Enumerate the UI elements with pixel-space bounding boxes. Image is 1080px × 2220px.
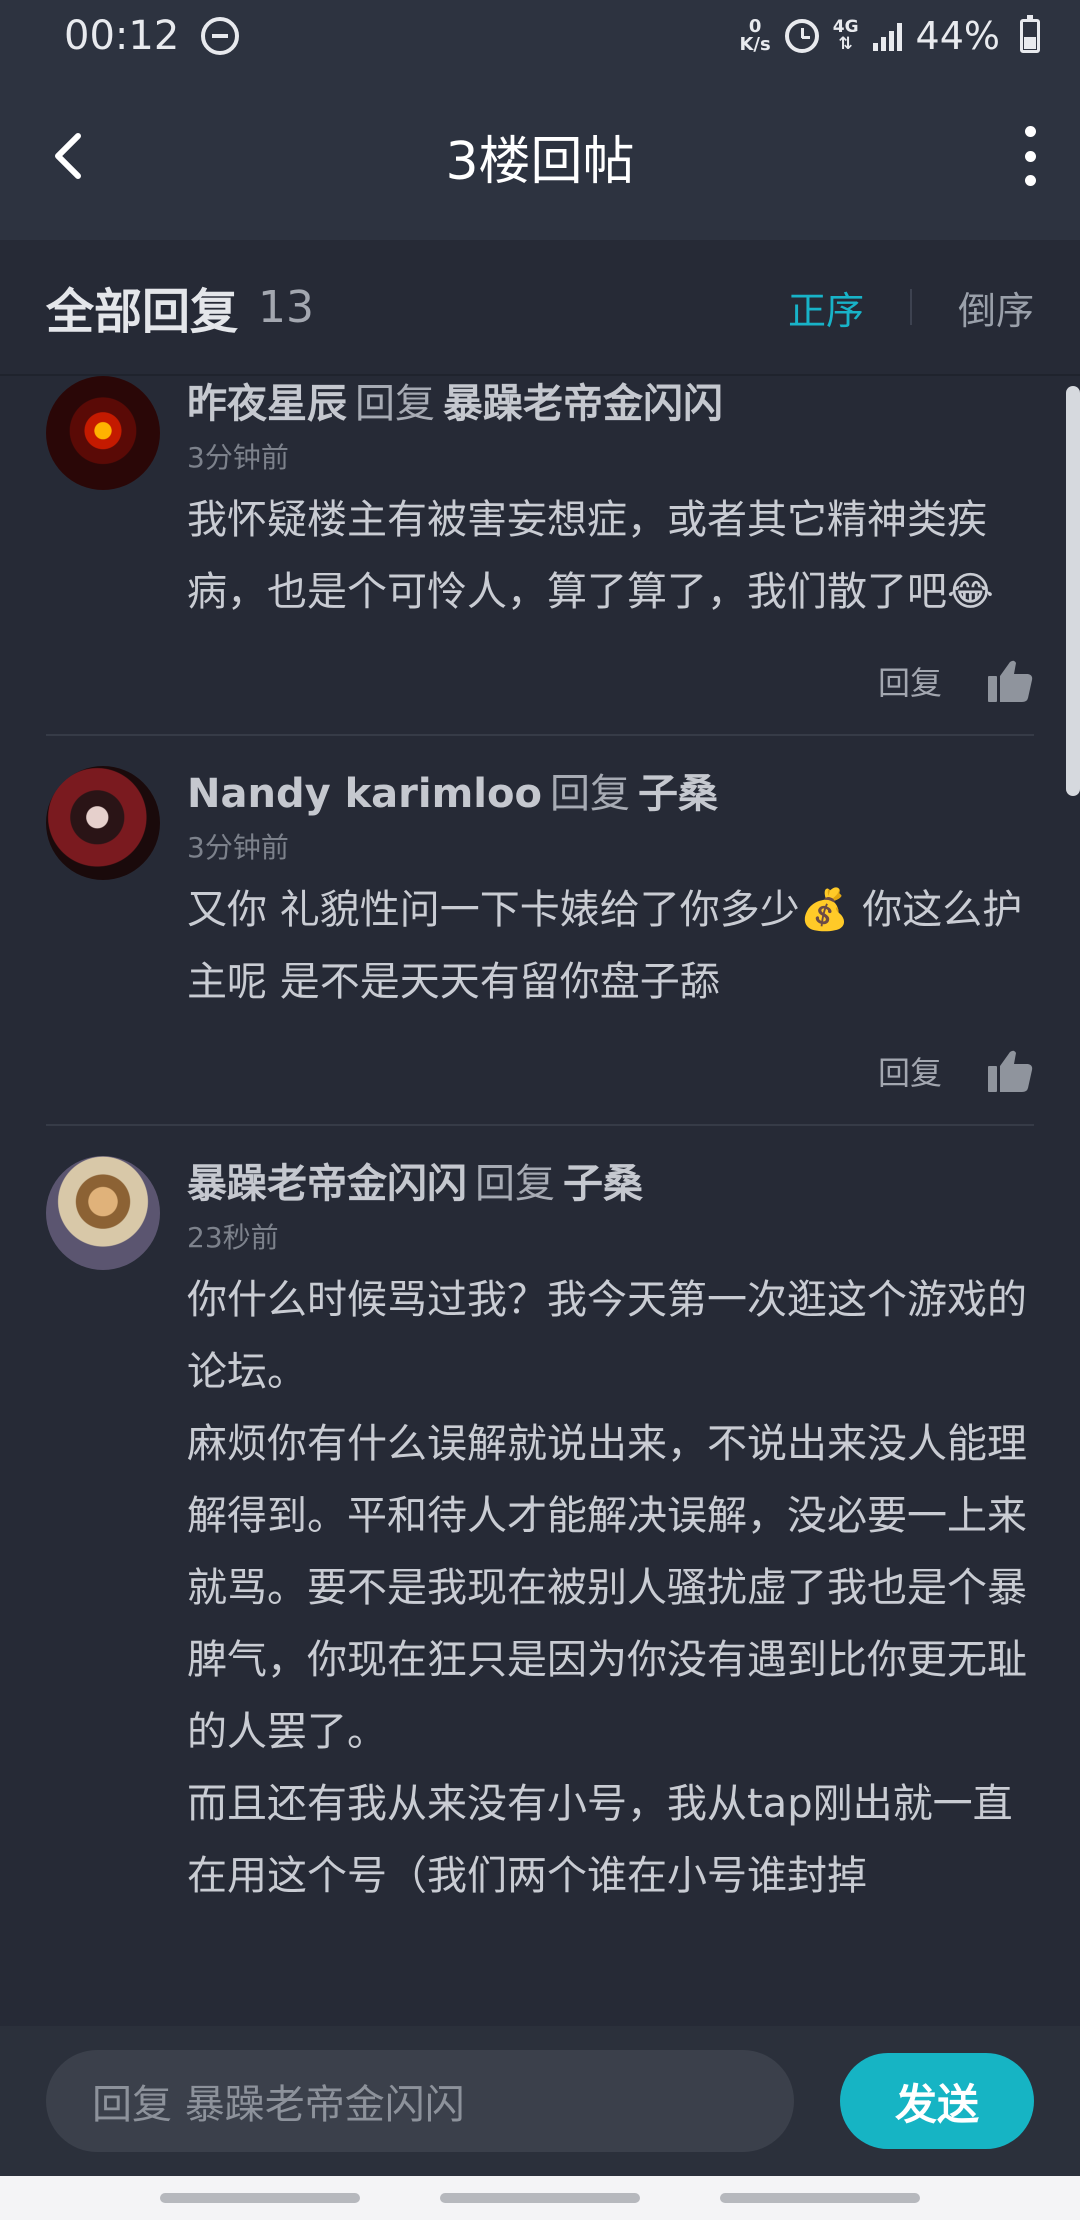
page-title: 3楼回帖 bbox=[445, 131, 635, 192]
alarm-icon bbox=[784, 19, 819, 53]
status-bar: 00:12 0 K/s 4G ⇅ 44% bbox=[0, 0, 1080, 72]
signal-icon bbox=[872, 21, 902, 51]
comment-meta: 昨夜星辰 回复 暴躁老帝金闪闪 bbox=[187, 376, 1034, 432]
reply-word: 回复 bbox=[355, 381, 435, 427]
comment-paragraph: 你什么时候骂过我？我今天第一次逛这个游戏的论坛。 bbox=[187, 1277, 1027, 1395]
more-dot bbox=[1024, 175, 1036, 186]
network-type: 4G ⇅ bbox=[833, 19, 859, 53]
reply-input[interactable]: 回复 暴躁老帝金闪闪 bbox=[46, 2050, 794, 2152]
app-header: 3楼回帖 bbox=[0, 72, 1080, 240]
network-speed-unit: K/s bbox=[739, 34, 771, 55]
sort-ascending-button[interactable]: 正序 bbox=[788, 280, 864, 335]
system-navigation-bar bbox=[0, 2176, 1080, 2220]
avatar[interactable] bbox=[46, 376, 160, 490]
comment-meta: Nandy karimloo 回复 子桑 bbox=[187, 766, 1034, 822]
reply-count: 13 bbox=[258, 281, 315, 333]
comment-content: 又你 礼貌性问一下卡婊给了你多少💰 你这么护主呢 是不是天天有留你盘子舔 bbox=[187, 874, 1034, 1018]
avatar[interactable] bbox=[46, 766, 160, 880]
comment-item: 昨夜星辰 回复 暴躁老帝金闪闪 3分钟前 我怀疑楼主有被害妄想症，或者其它精神类疾病… bbox=[0, 376, 1080, 736]
comment-text: 又你 礼貌性问一下卡婊给了你多少 bbox=[187, 887, 800, 933]
reply-bar: 回复 暴躁老帝金闪闪 发送 bbox=[0, 2026, 1080, 2176]
comment-time: 3分钟前 bbox=[187, 831, 289, 864]
reply-button[interactable]: 回复 bbox=[878, 1048, 942, 1094]
comment-body: 昨夜星辰 回复 暴躁老帝金闪闪 3分钟前 我怀疑楼主有被害妄想症，或者其它精神类疾病… bbox=[187, 376, 1034, 704]
replies-section-header: 全部回复 13 正序 倒序 bbox=[0, 240, 1080, 376]
thumbs-up-icon[interactable] bbox=[986, 658, 1034, 704]
more-options-button[interactable] bbox=[1016, 126, 1044, 186]
thumbs-up-icon[interactable] bbox=[986, 1048, 1034, 1094]
author-name[interactable]: Nandy karimloo bbox=[187, 771, 542, 817]
comment-meta: 暴躁老帝金闪闪 回复 子桑 bbox=[187, 1156, 1034, 1212]
avatar[interactable] bbox=[46, 1156, 160, 1270]
comment-body: 暴躁老帝金闪闪 回复 子桑 23秒前 你什么时候骂过我？我今天第一次逛这个游戏的论坛… bbox=[187, 1156, 1034, 1912]
comment-paragraph: 麻烦你有什么误解就说出来，不说出来没人能理解得到。平和待人才能解决误解，没必要一… bbox=[187, 1421, 1027, 1755]
more-dot bbox=[1024, 150, 1036, 162]
send-button[interactable]: 发送 bbox=[840, 2053, 1034, 2149]
sort-divider bbox=[909, 289, 912, 325]
comment-paragraph: 而且还有我从来没有小号，我从tap刚出就一直在用这个号（我们两个谁在小号谁封掉 bbox=[187, 1781, 1013, 1899]
reply-word: 回复 bbox=[549, 771, 630, 817]
laughing-emoji: 😂 bbox=[947, 569, 994, 615]
comment-list[interactable]: 昨夜星辰 回复 暴躁老帝金闪闪 3分钟前 我怀疑楼主有被害妄想症，或者其它精神类疾病… bbox=[0, 376, 1080, 2026]
reply-target-name[interactable]: 暴躁老帝金闪闪 bbox=[443, 381, 723, 427]
section-title: 全部回复 bbox=[46, 284, 239, 340]
comment-content: 我怀疑楼主有被害妄想症，或者其它精神类疾病，也是个可怜人，算了算了，我们散了吧😂 bbox=[187, 484, 1034, 628]
reply-target-name[interactable]: 子桑 bbox=[638, 771, 718, 817]
sort-descending-button[interactable]: 倒序 bbox=[958, 280, 1034, 335]
author-name[interactable]: 暴躁老帝金闪闪 bbox=[187, 1161, 467, 1207]
comment-item: 暴躁老帝金闪闪 回复 子桑 23秒前 你什么时候骂过我？我今天第一次逛这个游戏的论坛… bbox=[0, 1126, 1080, 1912]
sort-toggle: 正序 倒序 bbox=[788, 280, 1034, 335]
status-time: 00:12 bbox=[64, 13, 180, 59]
comment-actions: 回复 bbox=[187, 658, 1034, 704]
comment-time: 23秒前 bbox=[187, 1221, 279, 1254]
reply-button[interactable]: 回复 bbox=[878, 658, 942, 704]
comment-item: Nandy karimloo 回复 子桑 3分钟前 又你 礼貌性问一下卡婊给了你多少… bbox=[0, 736, 1080, 1126]
comment-time: 3分钟前 bbox=[187, 441, 289, 474]
money-bag-emoji: 💰 bbox=[799, 887, 850, 933]
nav-recent-button[interactable] bbox=[160, 2193, 360, 2203]
battery-icon bbox=[1020, 15, 1040, 53]
status-right: 0 K/s 4G ⇅ 44% bbox=[739, 14, 1040, 58]
comment-text: 我怀疑楼主有被害妄想症，或者其它精神类疾病，也是个可怜人，算了算了，我们散了吧 bbox=[187, 497, 987, 615]
scrollbar[interactable] bbox=[1066, 386, 1080, 796]
do-not-disturb-icon bbox=[201, 17, 240, 55]
author-name[interactable]: 昨夜星辰 bbox=[187, 381, 347, 427]
reply-word: 回复 bbox=[475, 1161, 555, 1207]
comment-content: 你什么时候骂过我？我今天第一次逛这个游戏的论坛。 麻烦你有什么误解就说出来，不说… bbox=[187, 1264, 1034, 1912]
back-button[interactable] bbox=[44, 126, 92, 186]
nav-home-button[interactable] bbox=[440, 2193, 640, 2203]
data-arrows-icon: ⇅ bbox=[838, 34, 853, 54]
network-speed: 0 K/s bbox=[739, 18, 770, 54]
comment-actions: 回复 bbox=[187, 1048, 1034, 1094]
back-arrow-icon bbox=[55, 133, 81, 179]
nav-back-button[interactable] bbox=[720, 2193, 920, 2203]
more-vertical-icon bbox=[1024, 126, 1036, 137]
status-left: 00:12 bbox=[64, 13, 240, 59]
comment-body: Nandy karimloo 回复 子桑 3分钟前 又你 礼貌性问一下卡婊给了你多少… bbox=[187, 766, 1034, 1094]
battery-percent: 44% bbox=[915, 14, 1000, 58]
reply-target-name[interactable]: 子桑 bbox=[563, 1161, 643, 1207]
